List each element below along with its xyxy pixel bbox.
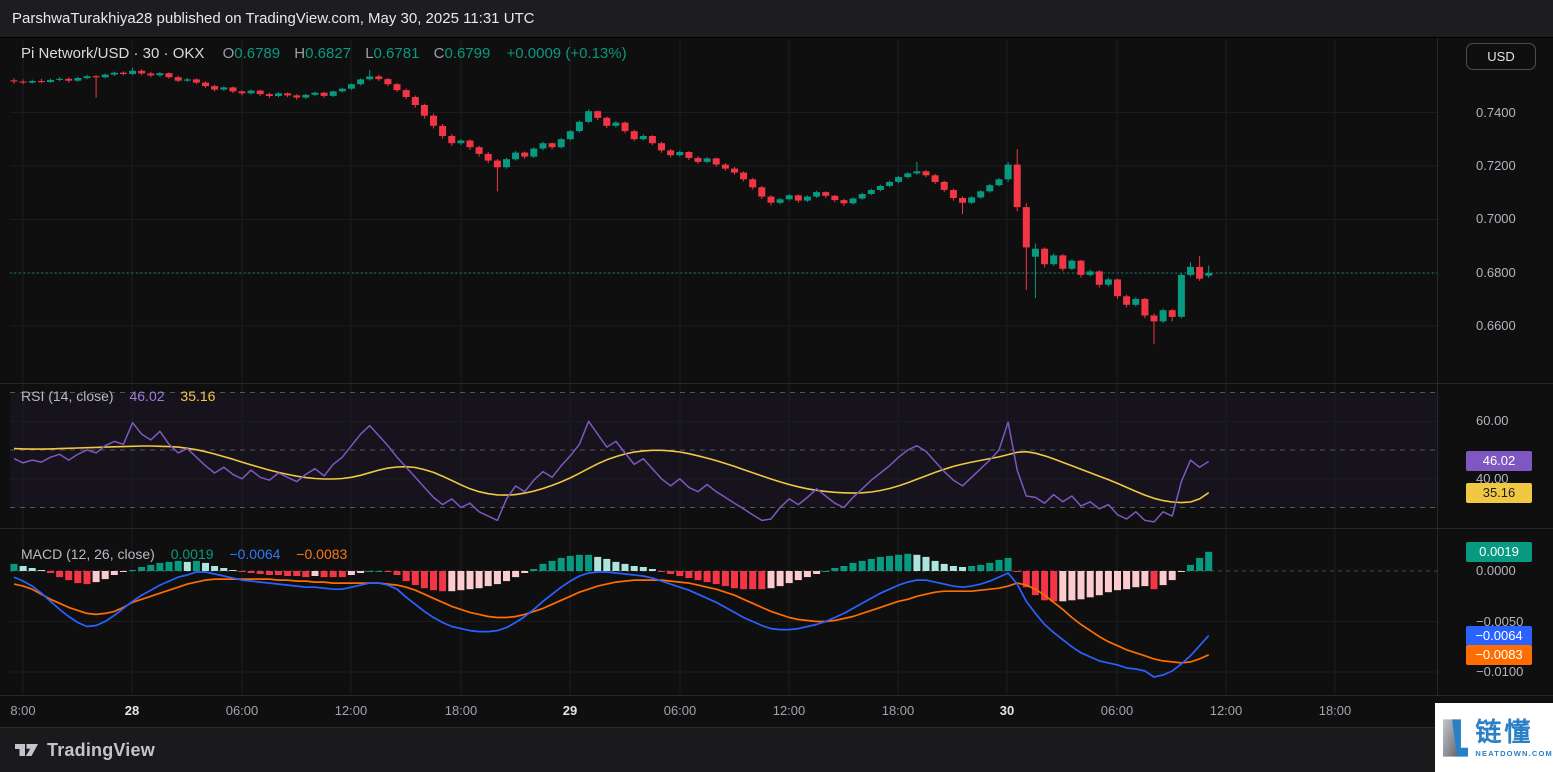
tradingview-logo-icon[interactable] (14, 740, 39, 760)
rsi-legend: RSI (14, close) 46.02 35.16 (21, 388, 215, 404)
macd-axis-label: −0.0100 (1476, 664, 1524, 679)
macd-signal-value: −0.0083 (296, 546, 348, 562)
time-label: 18:00 (881, 703, 915, 718)
low-label: L (365, 45, 374, 62)
time-label: 12:00 (334, 703, 368, 718)
rsi-value-badge: 35.16 (1466, 482, 1532, 503)
change-value: +0.0009 (+0.13%) (506, 45, 627, 62)
chart-canvas[interactable] (0, 0, 1553, 772)
price-axis-label: 0.7000 (1476, 211, 1516, 227)
macd-axis-label: 0.0000 (1476, 563, 1516, 578)
time-label: 06:00 (663, 703, 697, 718)
watermark-name: 链懂 (1475, 716, 1534, 747)
time-label: 28 (124, 703, 140, 718)
time-label: 12:00 (772, 703, 806, 718)
close-value: 0.6799 (444, 45, 491, 62)
macd-line (13, 571, 1210, 678)
candles-layer (10, 67, 1213, 345)
time-label: 29 (562, 703, 578, 718)
time-label: 8:00 (10, 703, 36, 718)
rsi-value-badge: 46.02 (1466, 451, 1532, 472)
time-label: 18:00 (444, 703, 478, 718)
rsi-title[interactable]: RSI (14, close) (21, 388, 114, 404)
open-label: O (222, 45, 235, 62)
time-label: 06:00 (1100, 703, 1134, 718)
currency-toggle-button[interactable]: USD (1466, 43, 1536, 70)
rsi-value: 46.02 (129, 388, 165, 404)
symbol-title[interactable]: Pi Network/USD · 30 · OKX (21, 45, 204, 62)
time-label: 06:00 (225, 703, 259, 718)
price-axis-label: 0.7400 (1476, 104, 1516, 120)
grid-vertical (22, 39, 1336, 694)
pane-separator-macd[interactable] (0, 528, 1553, 529)
high-label: H (294, 45, 306, 62)
price-axis-label: 0.6800 (1476, 264, 1516, 280)
high-value: 0.6827 (305, 45, 352, 62)
price-axis-label: 0.6600 (1476, 318, 1516, 334)
macd-value-badge: 0.0019 (1466, 541, 1532, 562)
low-value: 0.6781 (373, 45, 420, 62)
time-label: 30 (999, 703, 1015, 718)
macd-value-badge: −0.0064 (1466, 625, 1532, 646)
tradingview-published-chart: ParshwaTurakhiya28 published on TradingV… (0, 0, 1553, 772)
tradingview-brand-text[interactable]: TradingView (47, 740, 155, 761)
macd-line-value: −0.0064 (229, 546, 281, 562)
neatdown-logo-icon (1443, 718, 1469, 757)
watermark-site: NEATDOWN.COM (1475, 748, 1553, 758)
time-scale[interactable]: 8:00 28 06:00 12:00 18:00 29 06:00 12:00 18:00 30… (0, 695, 1553, 727)
time-label: 12:00 (1209, 703, 1243, 718)
macd-value-badge: −0.0083 (1466, 644, 1532, 665)
rsi-axis-label: 60.00 (1476, 413, 1509, 429)
neatdown-watermark: 链懂 NEATDOWN.COM (1435, 703, 1553, 772)
macd-title[interactable]: MACD (12, 26, close) (21, 546, 155, 562)
symbol-legend: Pi Network/USD · 30 · OKX O0.6789 H0.682… (21, 45, 627, 62)
macd-hist-value: 0.0019 (170, 546, 214, 562)
rsi-ma-value: 35.16 (180, 388, 216, 404)
close-label: C (433, 45, 445, 62)
pane-separator-rsi[interactable] (0, 383, 1553, 384)
footer-bar: TradingView (0, 727, 1553, 772)
macd-legend: MACD (12, 26, close) 0.0019 −0.0064 −0.0… (21, 546, 347, 562)
time-label: 18:00 (1318, 703, 1352, 718)
price-axis-label: 0.7200 (1476, 157, 1516, 173)
open-value: 0.6789 (234, 45, 281, 62)
